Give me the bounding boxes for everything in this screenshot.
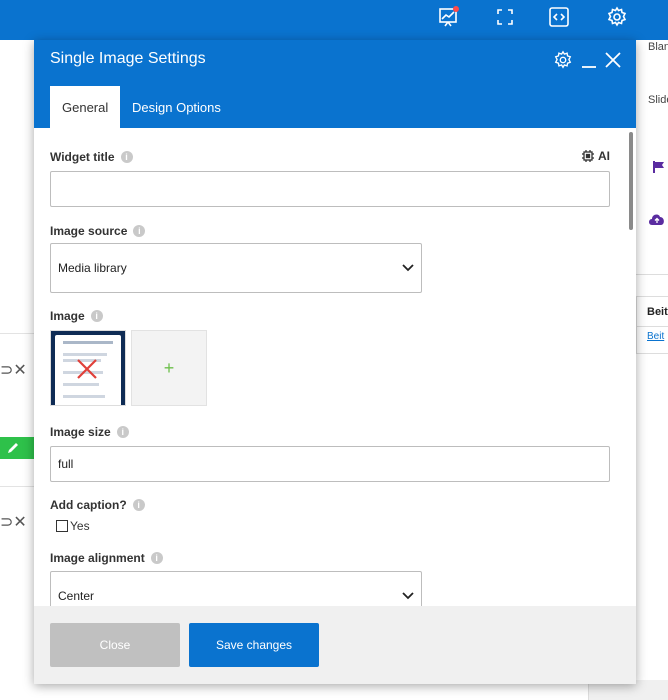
panel-title: Beit bbox=[647, 306, 668, 318]
preview-line bbox=[63, 341, 113, 344]
dialog-title: Single Image Settings bbox=[50, 50, 206, 67]
flag-icon bbox=[653, 161, 664, 173]
info-icon[interactable]: i bbox=[116, 426, 129, 438]
edit-bar[interactable] bbox=[0, 437, 34, 459]
gear-icon[interactable] bbox=[552, 48, 574, 72]
divider bbox=[636, 274, 668, 275]
label-text: Image source bbox=[50, 224, 128, 238]
single-image-settings-dialog: Single Image Settings General Design Opt… bbox=[34, 40, 636, 684]
ai-label: AI bbox=[598, 149, 610, 163]
insights-icon[interactable] bbox=[436, 4, 462, 30]
info-icon[interactable]: i bbox=[90, 310, 103, 322]
caption-checkbox-row: Yes bbox=[56, 519, 90, 533]
pencil-icon bbox=[8, 443, 18, 453]
bg-text: Blan bbox=[648, 41, 668, 53]
tab-design-options[interactable]: Design Options bbox=[120, 86, 233, 128]
save-changes-button[interactable]: Save changes bbox=[189, 623, 319, 667]
select-value: Center bbox=[58, 589, 95, 603]
code-icon[interactable] bbox=[546, 4, 572, 30]
checkbox-label: Yes bbox=[70, 519, 90, 533]
preview-line bbox=[63, 383, 99, 386]
bg-text: Slide bbox=[648, 94, 668, 106]
chevron-down-icon bbox=[402, 592, 414, 600]
info-icon[interactable]: i bbox=[120, 151, 133, 163]
dialog-header: Single Image Settings General Design Opt… bbox=[34, 40, 636, 128]
label-text: Image size bbox=[50, 425, 111, 439]
settings-icon[interactable] bbox=[604, 4, 630, 30]
select-value: Media library bbox=[58, 261, 127, 275]
label-text: Add caption? bbox=[50, 498, 127, 512]
close-icon[interactable]: ⊃✕ bbox=[0, 360, 27, 379]
ai-button[interactable]: AI bbox=[581, 149, 610, 163]
label-text: Image alignment bbox=[50, 551, 145, 565]
preview-line bbox=[63, 395, 105, 398]
preview-line bbox=[63, 353, 107, 356]
label-text: Widget title bbox=[50, 150, 115, 164]
image-label: Image i bbox=[50, 309, 103, 323]
image-alignment-label: Image alignment i bbox=[50, 551, 163, 565]
close-icon[interactable]: ⊃✕ bbox=[0, 512, 27, 531]
scrollbar-thumb[interactable] bbox=[629, 132, 633, 230]
ai-chip-icon bbox=[582, 150, 594, 162]
close-icon[interactable] bbox=[602, 48, 624, 72]
info-icon[interactable]: i bbox=[150, 552, 163, 564]
tab-general[interactable]: General bbox=[50, 86, 121, 128]
image-thumbnail[interactable] bbox=[50, 330, 126, 406]
divider bbox=[637, 326, 668, 327]
divider bbox=[0, 333, 34, 334]
add-image-button[interactable]: + bbox=[131, 330, 207, 406]
divider bbox=[0, 486, 34, 487]
add-caption-label: Add caption? i bbox=[50, 498, 145, 512]
close-button[interactable]: Close bbox=[50, 623, 180, 667]
widget-title-input[interactable] bbox=[50, 171, 610, 207]
background-page-left: ⊃✕ ⊃✕ bbox=[0, 40, 34, 700]
widget-title-label: Widget title i bbox=[50, 150, 133, 164]
top-toolbar bbox=[0, 0, 668, 40]
info-icon[interactable]: i bbox=[133, 225, 146, 237]
info-icon[interactable]: i bbox=[132, 499, 145, 511]
minimize-icon[interactable] bbox=[579, 48, 599, 72]
chevron-down-icon bbox=[402, 264, 414, 272]
remove-image-icon[interactable] bbox=[75, 357, 99, 381]
dialog-footer: Close Save changes bbox=[34, 606, 636, 684]
background-page-right: Blan Slide Beit Beit bbox=[636, 40, 668, 700]
image-size-input[interactable]: full bbox=[50, 446, 610, 482]
image-source-label: Image source i bbox=[50, 224, 146, 238]
fullscreen-icon[interactable] bbox=[492, 4, 518, 30]
panel-box: Beit Beit bbox=[636, 296, 668, 354]
dialog-body: Widget title i AI Image source i Media l… bbox=[34, 128, 636, 606]
image-alignment-select[interactable]: Center bbox=[50, 571, 422, 606]
panel-link[interactable]: Beit bbox=[647, 331, 664, 342]
image-source-select[interactable]: Media library bbox=[50, 243, 422, 293]
image-size-label: Image size i bbox=[50, 425, 129, 439]
label-text: Image bbox=[50, 309, 85, 323]
caption-checkbox[interactable] bbox=[56, 520, 68, 532]
cloud-upload-icon bbox=[649, 214, 664, 225]
